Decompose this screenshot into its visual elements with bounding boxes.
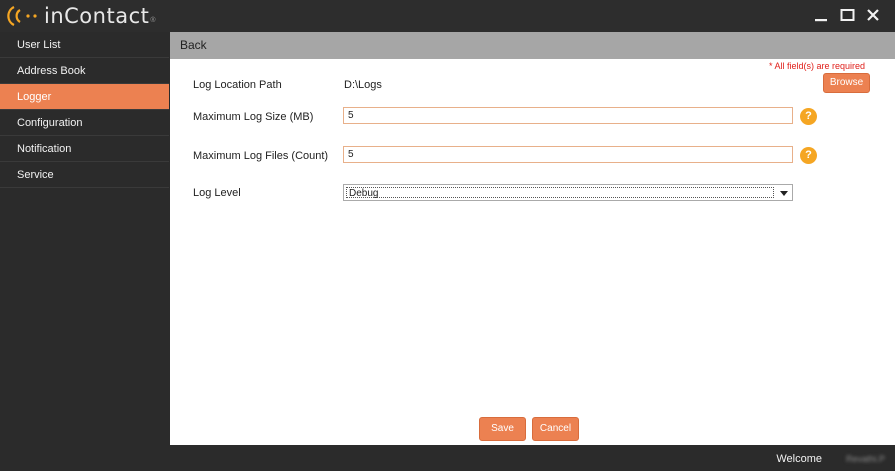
sidebar-item-notification[interactable]: Notification	[0, 136, 169, 162]
main-panel: Back * All field(s) are required Log Loc…	[170, 32, 895, 445]
app-logo: inContact ®	[4, 4, 156, 28]
log-level-select[interactable]: Debug	[343, 184, 793, 201]
sidebar-item-configuration[interactable]: Configuration	[0, 110, 169, 136]
close-icon[interactable]	[865, 6, 881, 24]
max-log-size-input[interactable]	[343, 107, 793, 124]
minimize-icon[interactable]	[813, 6, 829, 24]
help-icon[interactable]: ?	[800, 108, 817, 125]
incontact-logo-icon	[4, 4, 42, 28]
title-bar: inContact ®	[0, 0, 895, 32]
max-log-files-label: Maximum Log Files (Count)	[193, 150, 329, 162]
browse-button[interactable]: Browse	[823, 73, 870, 93]
max-log-size-label: Maximum Log Size (MB)	[193, 111, 314, 123]
welcome-label: Welcome	[776, 453, 822, 465]
max-log-files-input[interactable]	[343, 146, 793, 163]
cancel-button[interactable]: Cancel	[532, 417, 579, 441]
save-button[interactable]: Save	[479, 417, 526, 441]
log-location-label: Log Location Path	[193, 79, 282, 91]
maximize-icon[interactable]	[839, 6, 855, 24]
sidebar-item-address-book[interactable]: Address Book	[0, 58, 169, 84]
sidebar-item-service[interactable]: Service	[0, 162, 169, 188]
username: Revathi.P	[845, 454, 885, 464]
sidebar-item-user-list[interactable]: User List	[0, 32, 169, 58]
sidebar-item-logger[interactable]: Logger	[0, 84, 169, 110]
window-controls	[813, 6, 881, 24]
help-icon[interactable]: ?	[800, 147, 817, 164]
back-button[interactable]: Back	[170, 32, 895, 59]
log-level-selected-value: Debug	[346, 187, 774, 199]
status-bar: Welcome Revathi.P	[0, 445, 895, 471]
chevron-down-icon[interactable]	[780, 191, 788, 196]
required-note: * All field(s) are required	[768, 61, 865, 71]
log-location-value: D:\Logs	[344, 79, 382, 91]
app-brand: inContact	[44, 4, 150, 28]
sidebar: User List Address Book Logger Configurat…	[0, 32, 169, 445]
log-level-label: Log Level	[193, 187, 241, 199]
trademark-mark: ®	[150, 17, 156, 24]
